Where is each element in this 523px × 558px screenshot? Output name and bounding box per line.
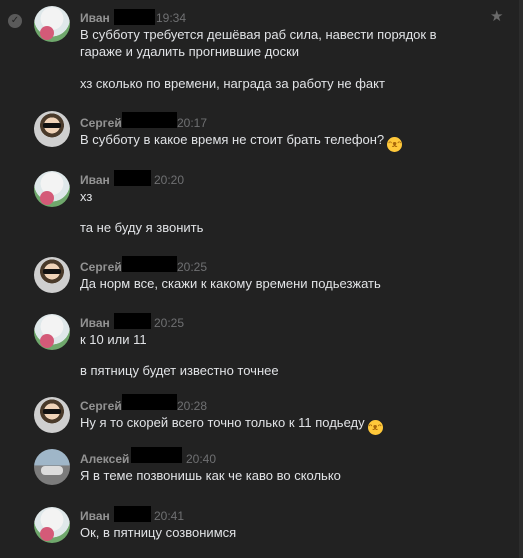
- message-time: 20:40: [186, 452, 217, 466]
- message-item[interactable]: Сергей 20:25 Да норм все, скажи к какому…: [0, 253, 523, 308]
- avatar[interactable]: [34, 397, 70, 433]
- redaction-bar: [114, 170, 151, 186]
- message-text: в пятницу будет известно точнее: [80, 363, 279, 378]
- redaction-bar: [114, 506, 151, 522]
- message-item[interactable]: Алексей 20:40 Я в теме позвонишь как че …: [0, 445, 523, 500]
- message-text: В субботу требуется дешёвая раб сила, на…: [80, 27, 437, 42]
- message-time: 20:41: [154, 509, 185, 523]
- grinning-face-emoji: ᵔᴥᵔ: [367, 420, 383, 435]
- avatar[interactable]: [34, 257, 70, 293]
- message-time: 20:25: [177, 260, 208, 274]
- message-time: 19:34: [156, 11, 187, 25]
- message-text: хз: [80, 189, 93, 204]
- author-name[interactable]: Иван: [80, 11, 110, 25]
- message-text: хз сколько по времени, награда за работу…: [80, 76, 385, 91]
- redaction-bar: [114, 313, 151, 329]
- message-item[interactable]: Иван 20:41 Ок, в пятницу созвонимся: [0, 503, 523, 558]
- message-time: 20:17: [177, 116, 208, 130]
- message-text: та не буду я звонить: [80, 220, 204, 235]
- avatar[interactable]: [34, 507, 70, 543]
- redaction-bar: [114, 9, 155, 25]
- message-item[interactable]: Иван 20:20 хз та не буду я звонить: [0, 165, 523, 250]
- author-name[interactable]: Сергей: [80, 116, 122, 130]
- grinning-face-emoji: ᵔᴥᵔ: [387, 137, 403, 152]
- author-name[interactable]: Иван: [80, 173, 110, 187]
- message-item[interactable]: Сергей 20:17 В субботу в какое время не …: [0, 105, 523, 160]
- message-time: 20:28: [177, 399, 208, 413]
- author-name[interactable]: Иван: [80, 509, 110, 523]
- author-name[interactable]: Иван: [80, 316, 110, 330]
- message-text: к 10 или 11: [80, 332, 147, 347]
- redaction-bar: [131, 447, 182, 463]
- message-text: В субботу в какое время не стоит брать т…: [80, 132, 403, 152]
- message-text: Я в теме позвонишь как че каво во скольк…: [80, 468, 341, 483]
- message-item[interactable]: Иван 19:34 В субботу требуется дешёвая р…: [0, 0, 523, 105]
- message-text: гараже и удалить прогнившие доски: [80, 44, 300, 59]
- message-time: 20:20: [154, 173, 185, 187]
- message-item[interactable]: Иван 20:25 к 10 или 11 в пятницу будет и…: [0, 310, 523, 395]
- author-name[interactable]: Сергей: [80, 399, 122, 413]
- avatar[interactable]: [34, 314, 70, 350]
- avatar[interactable]: [34, 6, 70, 42]
- avatar[interactable]: [34, 111, 70, 147]
- message-text: Да норм все, скажи к какому времени подь…: [80, 276, 381, 291]
- author-name[interactable]: Алексей: [80, 452, 129, 466]
- redaction-bar: [122, 112, 177, 128]
- author-name[interactable]: Сергей: [80, 260, 122, 274]
- message-text: Ок, в пятницу созвонимся: [80, 525, 237, 540]
- avatar[interactable]: [34, 449, 70, 485]
- message-item[interactable]: Сергей 20:28 Ну я то скорей всего точно …: [0, 393, 523, 448]
- avatar[interactable]: [34, 171, 70, 207]
- redaction-bar: [122, 256, 177, 272]
- message-text: Ну я то скорей всего точно только к 11 п…: [80, 415, 383, 435]
- message-time: 20:25: [154, 316, 185, 330]
- redaction-bar: [122, 394, 177, 410]
